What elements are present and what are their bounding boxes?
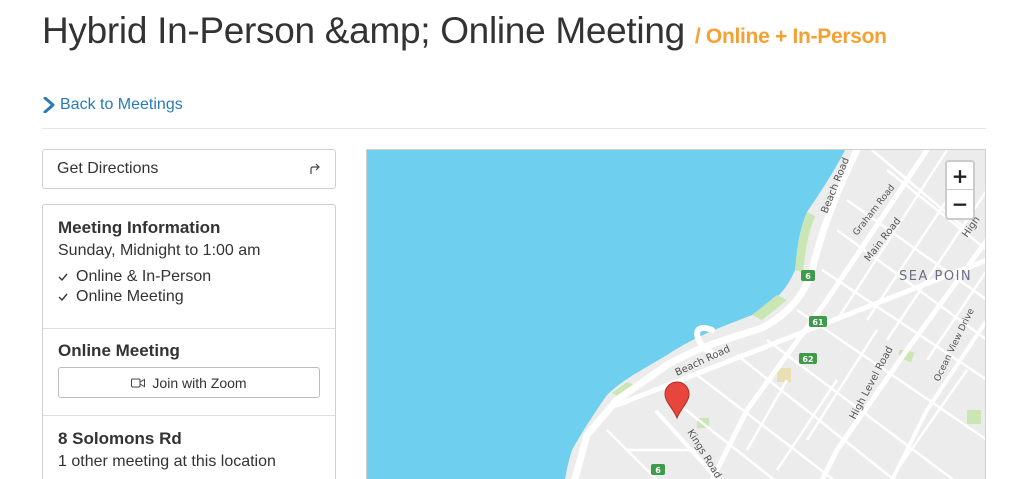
get-directions-button[interactable]: Get Directions [42, 149, 336, 189]
map-zoom-control: + − [945, 160, 975, 220]
list-item: Online & In-Person [58, 267, 320, 287]
route-shield: 62 [799, 353, 817, 364]
directions-arrow-icon [310, 163, 320, 174]
meeting-title: Hybrid In-Person &amp; Online Meeting [42, 10, 685, 51]
map-canvas[interactable]: 6 61 62 6 Beach Road Graham Road Main Ro… [367, 150, 986, 479]
meeting-information-heading: Meeting Information [58, 218, 221, 237]
route-shield: 6 [651, 464, 665, 475]
online-meeting-heading: Online Meeting [58, 341, 180, 360]
route-shield-label: 62 [802, 355, 813, 364]
list-item: Online Meeting [58, 287, 320, 307]
online-meeting-section: Online Meeting Join with Zoom [43, 329, 335, 416]
meeting-type: Online Meeting [76, 288, 184, 305]
route-shield-label: 6 [805, 272, 811, 281]
route-shield: 61 [809, 316, 827, 327]
route-shield: 6 [801, 270, 815, 281]
back-link-label: Back to Meetings [60, 96, 183, 113]
meeting-types-list: Online & In-Person Online Meeting [58, 267, 320, 307]
location-section: 8 Solomons Rd 1 other meeting at this lo… [43, 416, 335, 479]
check-icon [58, 293, 68, 302]
page-title: Hybrid In-Person &amp; Online Meeting / … [42, 10, 902, 58]
meeting-information-section: Meeting Information Sunday, Midnight to … [43, 205, 335, 329]
meeting-info-card: Meeting Information Sunday, Midnight to … [42, 204, 336, 479]
place-label: SEA POIN [899, 269, 972, 284]
meeting-type-label: / Online + In-Person [694, 25, 887, 48]
route-shield-label: 6 [655, 466, 661, 475]
header-divider [42, 128, 986, 129]
join-zoom-label: Join with Zoom [152, 374, 247, 391]
route-shield-label: 61 [812, 318, 824, 327]
zoom-in-button[interactable]: + [947, 162, 973, 190]
location-heading: 8 Solomons Rd [58, 429, 182, 448]
location-map[interactable]: 6 61 62 6 Beach Road Graham Road Main Ro… [366, 149, 986, 479]
video-camera-icon [131, 378, 146, 387]
back-to-meetings-link[interactable]: Back to Meetings [42, 96, 183, 114]
meeting-schedule: Sunday, Midnight to 1:00 am [58, 242, 261, 259]
meeting-type: Online & In-Person [76, 268, 212, 285]
other-meetings-text: 1 other meeting at this location [58, 453, 276, 470]
get-directions-label: Get Directions [57, 160, 159, 177]
zoom-out-button[interactable]: − [947, 190, 973, 218]
join-zoom-button[interactable]: Join with Zoom [58, 367, 320, 398]
chevron-right-icon [43, 97, 55, 113]
check-icon [58, 273, 68, 282]
map-park [967, 410, 981, 424]
